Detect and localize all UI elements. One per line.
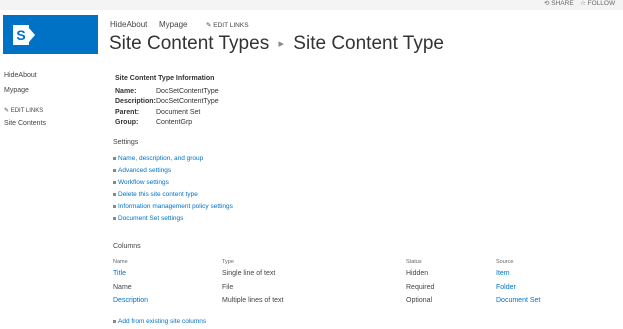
pencil-icon: ✎ — [206, 22, 212, 29]
bullet-icon — [113, 192, 116, 196]
group-value: ContentGrp — [156, 119, 193, 126]
columns-heading: Columns — [113, 243, 141, 250]
bullet-icon — [113, 216, 116, 220]
bullet-icon — [113, 156, 116, 160]
leftnav-edit-links-label: EDIT LINKS — [10, 108, 44, 114]
settings-heading: Settings — [113, 139, 139, 146]
column-type: Multiple lines of text — [222, 297, 284, 304]
settings-link-delete[interactable]: Delete this site content type — [113, 191, 198, 198]
info-heading: Site Content Type Information — [115, 75, 215, 82]
follow-label: FOLLOW — [587, 0, 616, 7]
settings-link-workflow[interactable]: Workflow settings — [113, 179, 169, 186]
share-label: SHARE — [551, 0, 574, 7]
settings-link-label: Name, description, and group — [118, 155, 204, 162]
share-button[interactable]: ⟲ SHARE — [544, 0, 574, 7]
column-header-status: Status — [406, 259, 422, 265]
breadcrumb-separator-icon: ▸ — [278, 38, 285, 51]
breadcrumb-current: Site Content Type — [293, 33, 444, 54]
leftnav-item-mypage[interactable]: Mypage — [4, 87, 29, 94]
bullet-icon — [113, 180, 116, 184]
name-label: Name: — [115, 88, 137, 95]
bullet-icon — [113, 319, 116, 323]
column-name-link[interactable]: Title — [113, 270, 126, 277]
settings-link-label: Workflow settings — [118, 179, 169, 186]
column-type: Single line of text — [222, 270, 276, 277]
column-name: Name — [113, 284, 132, 291]
column-status: Hidden — [406, 270, 429, 277]
suite-bar: ⟲ SHARE ☆ FOLLOW — [0, 0, 623, 10]
settings-link-label: Information management policy settings — [118, 203, 233, 210]
column-header-name: Name — [113, 259, 128, 265]
parent-link[interactable]: Document Set — [156, 109, 200, 116]
svg-text:S: S — [16, 27, 25, 43]
settings-link-name-description-group[interactable]: Name, description, and group — [113, 155, 203, 162]
page-title: Site Content Types ▸ Site Content Type — [109, 33, 444, 55]
name-value: DocSetContentType — [156, 88, 219, 95]
follow-button[interactable]: ☆ FOLLOW — [580, 0, 615, 7]
settings-link-label: Delete this site content type — [118, 191, 198, 198]
column-status: Required — [406, 284, 435, 291]
share-icon: ⟲ — [544, 0, 550, 7]
column-source-link[interactable]: Folder — [496, 284, 516, 291]
column-header-source: Source — [496, 259, 514, 265]
settings-link-label: Advanced settings — [118, 167, 172, 174]
settings-link-information-policy[interactable]: Information management policy settings — [113, 203, 233, 210]
pencil-icon: ✎ — [4, 108, 10, 114]
bullet-icon — [113, 204, 116, 208]
leftnav-site-contents[interactable]: Site Contents — [4, 120, 46, 127]
bullet-icon — [113, 168, 116, 172]
description-label: Description: — [115, 98, 156, 105]
description-value: DocSetContentType — [156, 98, 219, 105]
sharepoint-logo[interactable]: S — [3, 15, 98, 54]
leftnav-item-hideabout[interactable]: HideAbout — [4, 72, 37, 79]
star-icon: ☆ — [580, 0, 586, 7]
breadcrumb-parent[interactable]: Site Content Types — [109, 33, 269, 54]
group-label: Group: — [115, 119, 139, 126]
settings-link-document-set[interactable]: Document Set settings — [113, 215, 183, 222]
column-header-type: Type — [222, 259, 234, 265]
topnav-item-hideabout[interactable]: HideAbout — [110, 20, 147, 29]
column-type: File — [222, 284, 234, 291]
column-status: Optional — [406, 297, 433, 304]
settings-link-label: Document Set settings — [118, 215, 184, 222]
column-source-link[interactable]: Item — [496, 270, 510, 277]
settings-link-advanced[interactable]: Advanced settings — [113, 167, 171, 174]
column-source-link[interactable]: Document Set — [496, 297, 540, 304]
add-existing-column-link[interactable]: Add from existing site columns — [113, 318, 206, 325]
topnav-edit-links-label: EDIT LINKS — [213, 22, 249, 29]
leftnav-edit-links[interactable]: ✎ EDIT LINKS — [4, 107, 43, 114]
sharepoint-icon: S — [13, 25, 35, 45]
add-existing-column-label: Add from existing site columns — [118, 318, 207, 325]
column-name-link[interactable]: Description — [113, 297, 148, 304]
topnav-item-mypage[interactable]: Mypage — [159, 20, 187, 29]
topnav-edit-links[interactable]: ✎ EDIT LINKS — [206, 21, 249, 29]
parent-label: Parent: — [115, 109, 140, 116]
